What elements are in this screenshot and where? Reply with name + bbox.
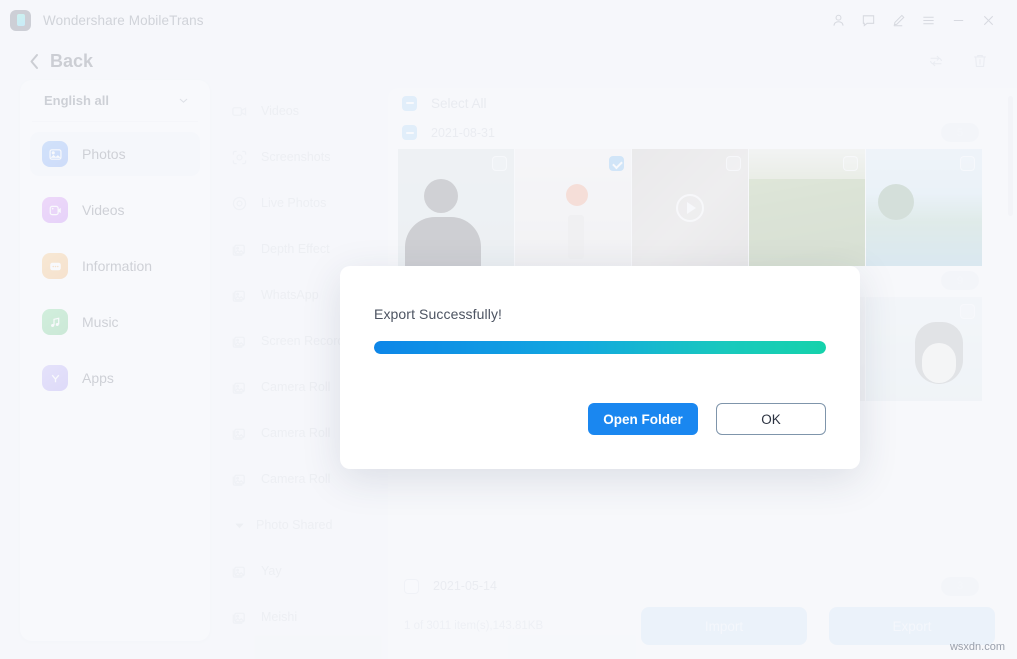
watermark: wsxdn.com [950, 641, 1005, 653]
progress-bar [374, 341, 826, 354]
ok-button[interactable]: OK [716, 403, 826, 435]
progress-bar-fill [374, 341, 826, 354]
export-success-dialog: Export Successfully! Open Folder OK [340, 266, 860, 469]
dialog-actions: Open Folder OK [374, 403, 826, 435]
open-folder-button[interactable]: Open Folder [588, 403, 698, 435]
dialog-message: Export Successfully! [374, 306, 826, 322]
application-window: Wondershare MobileTrans [0, 0, 1017, 659]
